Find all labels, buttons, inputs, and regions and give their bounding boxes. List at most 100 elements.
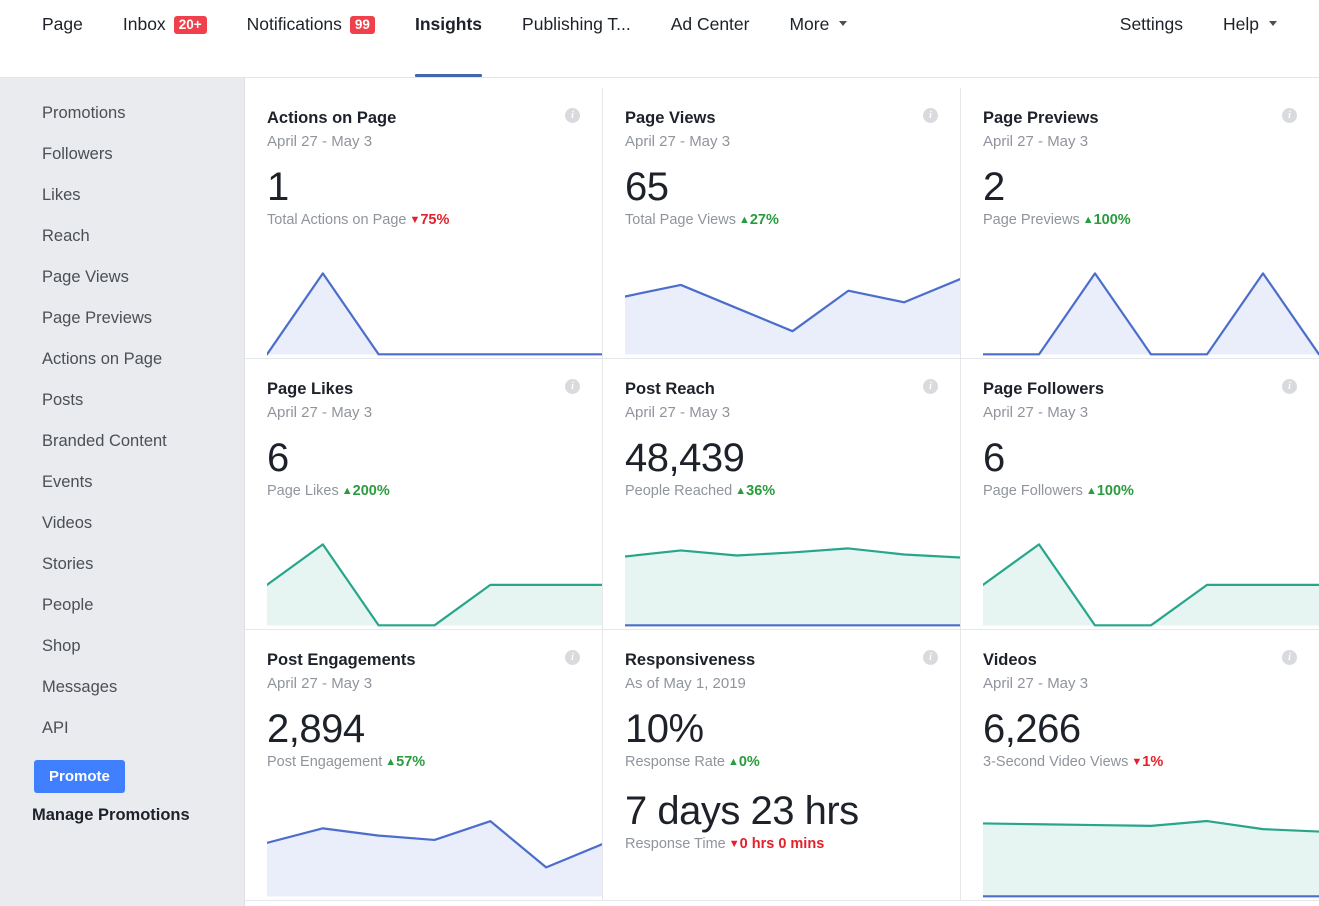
nav-tab-insights[interactable]: Insights <box>395 0 502 77</box>
card-metric-row: Page Followers ▲100% <box>983 482 1297 502</box>
arrow-up-icon: ▲ <box>341 485 353 497</box>
card-metric-label: Page Likes <box>267 483 339 499</box>
info-icon[interactable]: i <box>565 650 580 665</box>
nav-tab-settings[interactable]: Settings <box>1100 0 1203 77</box>
promote-button[interactable]: Promote <box>34 760 125 793</box>
sidebar-item-reach[interactable]: Reach <box>0 215 244 256</box>
info-icon[interactable]: i <box>1282 108 1297 123</box>
info-icon[interactable]: i <box>923 108 938 123</box>
insight-card-actions-on-page[interactable]: Actions on Page April 27 - May 3 1 Total Ac… <box>245 88 603 359</box>
card-delta: ▼75% <box>409 212 449 228</box>
sidebar-item-likes[interactable]: Likes <box>0 174 244 215</box>
insight-card-page-previews[interactable]: Page Previews April 27 - May 3 2 Page Previ… <box>961 88 1319 359</box>
nav-tab-inbox[interactable]: Inbox 20+ <box>103 0 227 77</box>
card-delta: ▲100% <box>1083 212 1131 228</box>
nav-tab-publishing-t[interactable]: Publishing T... <box>502 0 651 77</box>
card-title: Videos <box>983 651 1037 669</box>
nav-tab-label: Help <box>1223 14 1259 34</box>
card-metric-label: Response Rate <box>625 754 725 770</box>
card-metric-label: People Reached <box>625 483 733 499</box>
manage-promotions-link[interactable]: Manage Promotions <box>0 793 244 834</box>
insight-card-post-engagements[interactable]: Post Engagements April 27 - May 3 2,894 Pos… <box>245 630 603 901</box>
arrow-up-icon: ▲ <box>385 756 397 768</box>
card-metric-label: Page Previews <box>983 212 1080 228</box>
card-primary-value: 2 <box>983 165 1005 209</box>
sidebar-item-page-views[interactable]: Page Views <box>0 256 244 297</box>
card-delta: ▲57% <box>385 754 425 770</box>
sidebar-item-list: Promotions Followers Likes Reach Page Views P… <box>0 92 244 748</box>
insight-card-page-followers[interactable]: Page Followers April 27 - May 3 6 Page Foll… <box>961 359 1319 630</box>
card-secondary-delta: ▼0 hrs 0 mins <box>729 836 825 852</box>
nav-tab-ad-center[interactable]: Ad Center <box>651 0 770 77</box>
sidebar-item-promotions[interactable]: Promotions <box>0 92 244 133</box>
card-sparkline-chart <box>267 537 602 629</box>
card-secondary-metric-row: Response Time ▼0 hrs 0 mins <box>625 835 938 855</box>
card-title: Page Likes <box>267 380 354 398</box>
sidebar-item-messages[interactable]: Messages <box>0 666 244 707</box>
info-icon[interactable]: i <box>1282 379 1297 394</box>
nav-tab-label: Insights <box>414 14 483 34</box>
insight-card-videos[interactable]: Videos April 27 - May 3 6,266 3-Second Vide… <box>961 630 1319 901</box>
nav-tab-page[interactable]: Page <box>22 0 103 77</box>
card-date-range: April 27 - May 3 <box>267 675 373 692</box>
sidebar-item-stories[interactable]: Stories <box>0 543 244 584</box>
arrow-up-icon: ▲ <box>1085 485 1097 497</box>
card-delta-value: 36% <box>746 483 776 499</box>
arrow-up-icon: ▲ <box>727 756 739 768</box>
card-delta-value: 57% <box>396 754 426 770</box>
nav-badge-notifications: 99 <box>349 15 375 34</box>
page-body: Promotions Followers Likes Reach Page Views P… <box>0 78 1319 906</box>
card-date-range: April 27 - May 3 <box>625 133 731 150</box>
card-delta: ▲200% <box>342 483 390 499</box>
card-title: Post Engagements <box>267 651 416 669</box>
nav-tab-more[interactable]: More <box>769 0 867 77</box>
card-metric-label: Total Actions on Page <box>267 212 407 228</box>
card-primary-value: 10% <box>625 707 704 751</box>
info-icon[interactable]: i <box>923 379 938 394</box>
card-delta-value: 200% <box>352 483 390 499</box>
sidebar-item-page-previews[interactable]: Page Previews <box>0 297 244 338</box>
nav-tab-label: More <box>789 14 830 34</box>
card-metric-row: 3-Second Video Views ▼1% <box>983 753 1297 773</box>
sidebar-item-branded-content[interactable]: Branded Content <box>0 420 244 461</box>
nav-tab-label: Notifications <box>246 14 342 34</box>
nav-badge-inbox: 20+ <box>173 15 207 34</box>
sidebar-item-followers[interactable]: Followers <box>0 133 244 174</box>
insight-card-page-views[interactable]: Page Views April 27 - May 3 65 Total Page V… <box>603 88 961 359</box>
info-icon[interactable]: i <box>1282 650 1297 665</box>
card-title: Actions on Page <box>267 109 397 127</box>
arrow-down-icon: ▼ <box>409 214 421 226</box>
sidebar-item-events[interactable]: Events <box>0 461 244 502</box>
sidebar-item-shop[interactable]: Shop <box>0 625 244 666</box>
sidebar-item-api[interactable]: API <box>0 707 244 748</box>
card-delta: ▲0% <box>728 754 760 770</box>
top-navigation: Page Inbox 20+ Notifications 99 Insights Publi… <box>0 0 1319 78</box>
card-title: Page Followers <box>983 380 1105 398</box>
insight-card-responsiveness[interactable]: Responsiveness As of May 1, 2019 10% Respon… <box>603 630 961 901</box>
nav-tab-notifications[interactable]: Notifications 99 <box>227 0 395 77</box>
card-primary-value: 2,894 <box>267 707 365 751</box>
card-delta-value: 100% <box>1093 212 1131 228</box>
info-icon[interactable]: i <box>565 379 580 394</box>
card-title: Page Views <box>625 109 716 127</box>
sidebar-item-actions-on-page[interactable]: Actions on Page <box>0 338 244 379</box>
card-primary-value: 48,439 <box>625 436 745 480</box>
sidebar-item-people[interactable]: People <box>0 584 244 625</box>
info-icon[interactable]: i <box>565 108 580 123</box>
card-primary-value: 1 <box>267 165 289 209</box>
card-title: Page Previews <box>983 109 1099 127</box>
sidebar-item-posts[interactable]: Posts <box>0 379 244 420</box>
card-primary-value: 6 <box>267 436 289 480</box>
sidebar-item-videos[interactable]: Videos <box>0 502 244 543</box>
nav-left-group: Page Inbox 20+ Notifications 99 Insights Publi… <box>22 0 867 77</box>
insight-card-post-reach[interactable]: Post Reach April 27 - May 3 48,439 People R… <box>603 359 961 630</box>
card-secondary-value: 7 days 23 hrs <box>625 789 859 833</box>
card-date-range: As of May 1, 2019 <box>625 675 746 692</box>
insight-card-page-likes[interactable]: Page Likes April 27 - May 3 6 Page Likes ▲20… <box>245 359 603 630</box>
card-metric-row: Post Engagement ▲57% <box>267 753 580 773</box>
nav-right-group: Settings Help <box>1100 0 1297 77</box>
card-date-range: April 27 - May 3 <box>267 133 373 150</box>
info-icon[interactable]: i <box>923 650 938 665</box>
nav-tab-label: Settings <box>1119 14 1183 34</box>
nav-tab-help[interactable]: Help <box>1203 0 1297 77</box>
